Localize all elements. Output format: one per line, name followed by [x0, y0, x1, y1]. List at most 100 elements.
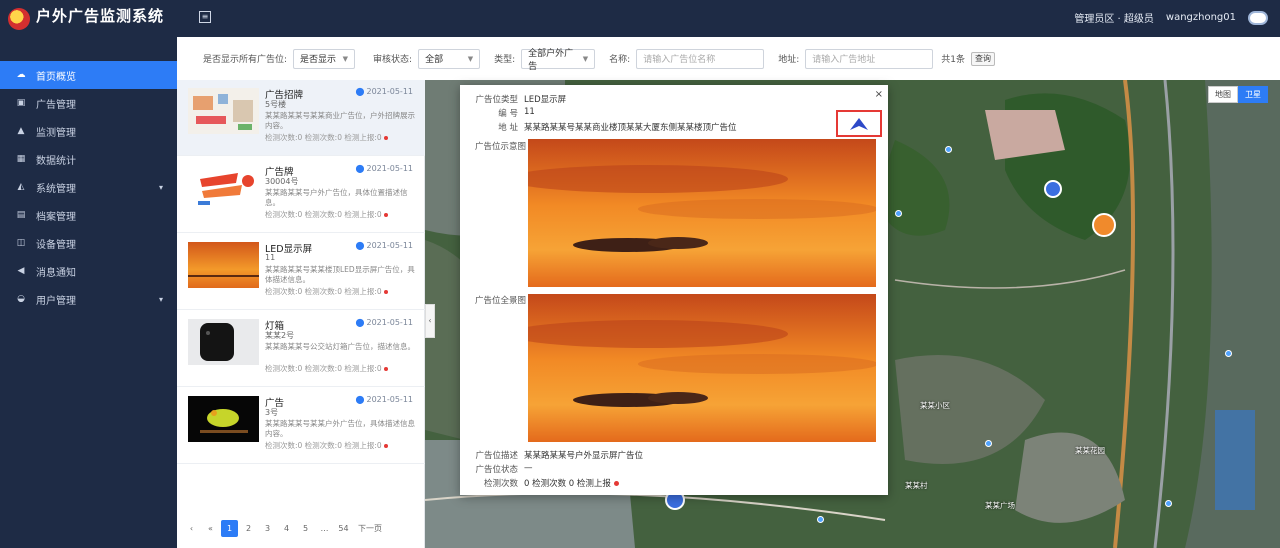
- detail-desc-value: 某某路某某号户外显示屏广告位: [524, 451, 644, 461]
- detail-stat-text: 0 检测次数 0 检测上报: [524, 479, 611, 489]
- sidebar-item-device[interactable]: ◫ 设备管理: [0, 229, 177, 257]
- sidebar-item-overview[interactable]: ☁ 首页概览: [0, 61, 177, 89]
- location-pin-icon: ⬤: [355, 318, 365, 327]
- navigate-button[interactable]: [836, 110, 882, 137]
- detail-no-value: 11: [524, 107, 535, 117]
- map-marker[interactable]: [1092, 213, 1116, 237]
- map-poi[interactable]: [945, 146, 952, 153]
- map-type-map[interactable]: 地图: [1208, 86, 1238, 103]
- detail-addr-row: 地 址 某某路某某号某某商业楼顶某某大厦东侧某某楼顶广告位: [460, 121, 737, 133]
- menu-fold-icon[interactable]: ≡: [199, 11, 211, 23]
- pagination-next[interactable]: 下一页: [354, 520, 386, 537]
- location-pin-icon: ⬤: [355, 241, 365, 250]
- chevron-down-icon: ▾: [158, 182, 163, 192]
- pagination-page[interactable]: 2: [240, 520, 257, 537]
- app-title: 户外广告监测系统: [36, 7, 165, 25]
- list-item[interactable]: 广告牌 ⬤ 2021-05-11 30004号 某某路某某号户外广告位，具体位置描…: [177, 157, 425, 233]
- address-input[interactable]: 请输入广告地址: [805, 48, 934, 69]
- map-poi[interactable]: [895, 210, 902, 217]
- detail-stat-row: 检测次数 0 检测次数 0 检测上报: [460, 477, 619, 489]
- alert-dot-icon: [613, 481, 619, 486]
- filter-label-show-all: 是否显示所有广告位:: [203, 55, 288, 65]
- chevron-down-icon: ▼: [467, 54, 474, 63]
- detail-addr-label: 地 址: [498, 123, 518, 133]
- sidebar-item-label: 监测管理: [36, 127, 76, 139]
- ad-photo-1[interactable]: [528, 139, 876, 287]
- card-time: ⬤ 2021-05-11: [356, 318, 413, 327]
- chevron-down-icon: ▼: [342, 54, 349, 63]
- show-all-select[interactable]: 是否显示 ▼: [293, 48, 356, 69]
- type-select[interactable]: 全部户外广告 ▼: [521, 48, 596, 72]
- top-header: ≡ 管理员区 · 超级员 wangzhong01: [177, 0, 1280, 37]
- sidebar-item-stats[interactable]: ▦ 数据统计: [0, 145, 177, 173]
- map-type-satellite[interactable]: 卫星: [1238, 86, 1268, 103]
- filter-label-type: 类型:: [494, 55, 516, 65]
- card-time-text: 2021-05-11: [366, 241, 414, 250]
- sidebar-item-ads[interactable]: ▣ 广告管理: [0, 89, 177, 117]
- sidebar-item-archive[interactable]: ▤ 档案管理: [0, 201, 177, 229]
- pagination-page[interactable]: 54: [335, 520, 352, 537]
- name-input[interactable]: 请输入广告位名称: [636, 48, 765, 69]
- collapse-panel-handle[interactable]: ‹: [425, 304, 435, 338]
- close-icon[interactable]: ×: [875, 89, 883, 100]
- map-poi[interactable]: [1165, 500, 1172, 507]
- map-poi[interactable]: [1225, 350, 1232, 357]
- sidebar-item-label: 数据统计: [36, 155, 76, 167]
- sidebar-item-monitor[interactable]: ▲ 监测管理: [0, 117, 177, 145]
- card-time: ⬤ 2021-05-11: [356, 395, 413, 404]
- card-desc: 某某路某某号户外广告位，具体位置描述信息。: [265, 188, 408, 207]
- mountain-icon: ▲: [17, 126, 25, 136]
- card-stat-text: 检测次数:0 检测次数:0 检测上报:0: [265, 133, 382, 142]
- filter-label-status: 审核状态:: [373, 55, 413, 65]
- pagination-page[interactable]: 5: [297, 520, 314, 537]
- map-poi[interactable]: [985, 440, 992, 447]
- chevron-down-icon: ▾: [158, 294, 163, 304]
- ad-photo-2[interactable]: [528, 294, 876, 442]
- sidebar-item-label: 广告管理: [36, 99, 76, 111]
- detail-type-label: 广告位类型: [475, 95, 518, 105]
- detail-no-label: 编 号: [498, 109, 518, 119]
- role-label: 管理员区 · 超级员: [1074, 14, 1154, 25]
- card-stat: 检测次数:0 检测次数:0 检测上报:0: [265, 440, 388, 451]
- status-select[interactable]: 全部 ▼: [418, 48, 481, 69]
- map-label: 某某广场: [985, 501, 1015, 510]
- pagination-page[interactable]: 3: [259, 520, 276, 537]
- map-marker[interactable]: [1044, 180, 1062, 198]
- detail-status-label: 广告位状态: [475, 465, 518, 475]
- sidebar: 户外广告监测系统 ☁ 首页概览 ▣ 广告管理 ▲ 监测管理 ▦ 数据统计 ◭ 系…: [0, 0, 177, 548]
- alert-dot-icon: [383, 367, 388, 371]
- status-value: 全部: [425, 55, 444, 65]
- send-icon: ◀: [17, 266, 25, 276]
- detail-addr-value: 某某路某某号某某商业楼顶某某大厦东侧某某楼顶广告位: [524, 123, 737, 133]
- pagination-page[interactable]: 4: [278, 520, 295, 537]
- card-desc: 某某路某某号某某户外广告位，具体描述信息内容。: [265, 419, 415, 438]
- detail-status-row: 广告位状态 —: [460, 463, 532, 475]
- sidebar-item-message[interactable]: ◀ 消息通知: [0, 257, 177, 285]
- map-type-toggle: 地图 卫星: [1208, 86, 1268, 103]
- detail-stat-value: 0 检测次数 0 检测上报: [524, 477, 619, 489]
- map-poi[interactable]: [817, 516, 824, 523]
- ad-detail-popup: × 广告位类型 LED显示屏 编 号 11 地 址 某某路某某号某某商业楼顶某某…: [460, 85, 888, 495]
- sidebar-item-users[interactable]: ◒ 用户管理 ▾: [0, 285, 177, 313]
- navigation-arrow-icon: [850, 117, 868, 130]
- pagination-page[interactable]: 1: [221, 519, 238, 537]
- pagination-prev[interactable]: ‹: [183, 520, 200, 537]
- card-time-text: 2021-05-11: [366, 87, 414, 96]
- list-item[interactable]: 灯箱 ⬤ 2021-05-11 某某2号 某某路某某号公交站灯箱广告位，描述信息。…: [177, 311, 425, 387]
- card-desc: 某某路某某号某某商业广告位，户外招牌展示内容。: [265, 111, 415, 130]
- device-icon: ◫: [16, 238, 26, 248]
- user-name[interactable]: wangzhong01: [1166, 12, 1236, 23]
- card-stat-text: 检测次数:0 检测次数:0 检测上报:0: [265, 441, 382, 450]
- list-item[interactable]: LED显示屏 ⬤ 2021-05-11 11 某某路某某号某某楼顶LED显示屏广告…: [177, 234, 425, 310]
- photo2-label: 广告位全景图: [474, 296, 526, 306]
- list-item[interactable]: 广告招牌 ⬤ 2021-05-11 5号楼 某某路某某号某某商业广告位，户外招牌展…: [177, 80, 425, 156]
- filter-label-address: 地址:: [778, 55, 800, 65]
- query-button[interactable]: 查询: [970, 51, 995, 66]
- avatar[interactable]: [1248, 10, 1268, 25]
- pagination-first[interactable]: «: [202, 520, 219, 537]
- sidebar-item-label: 用户管理: [36, 295, 76, 307]
- sidebar-item-system[interactable]: ◭ 系统管理 ▾: [0, 173, 177, 201]
- card-sub: 3号: [265, 408, 279, 417]
- show-all-value: 是否显示: [300, 55, 337, 65]
- list-item[interactable]: 广告 ⬤ 2021-05-11 3号 某某路某某号某某户外广告位，具体描述信息内容…: [177, 388, 425, 464]
